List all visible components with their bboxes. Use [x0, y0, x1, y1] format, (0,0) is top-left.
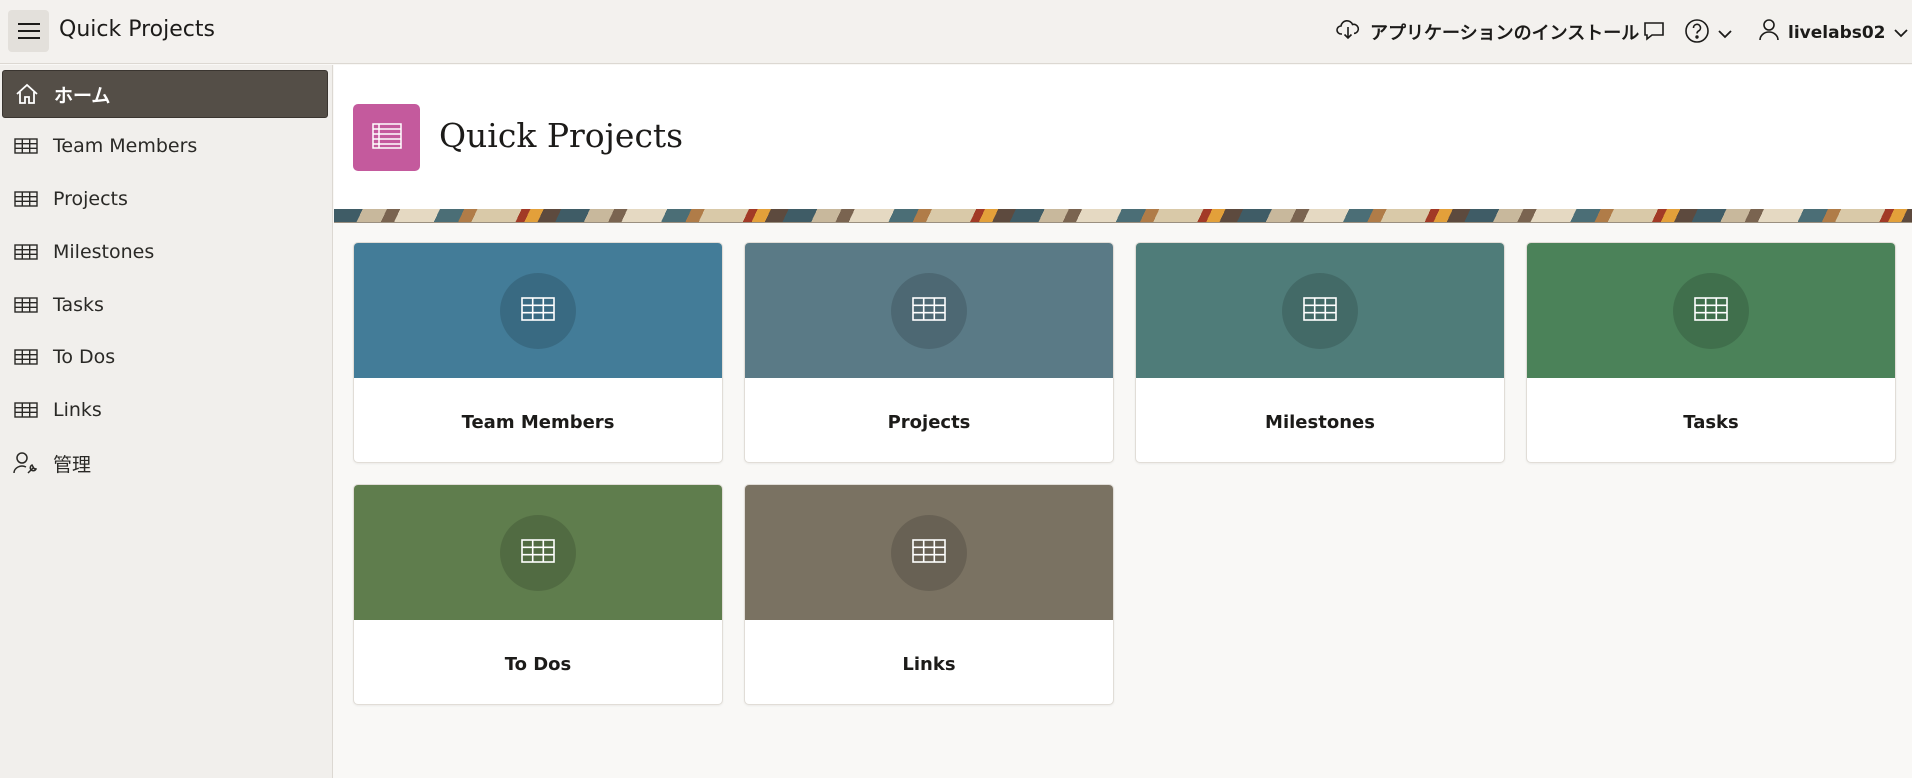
sidebar-item-projects[interactable]: Projects	[2, 175, 328, 223]
chevron-down-icon	[1718, 24, 1732, 43]
sidebar-item-label: Projects	[53, 188, 128, 210]
sidebar-item-team-members[interactable]: Team Members	[2, 122, 328, 170]
main-content: Quick Projects Team Members Projects Mil…	[334, 65, 1912, 778]
help-icon	[1684, 18, 1710, 48]
sidebar-item-label: Links	[53, 399, 102, 421]
card-label: Milestones	[1265, 412, 1375, 433]
card-header	[1527, 243, 1895, 378]
card-label: Tasks	[1683, 412, 1739, 433]
card-icon-circle	[891, 514, 967, 591]
menu-button[interactable]	[8, 10, 49, 52]
home-icon	[14, 82, 40, 106]
user-icon	[1758, 18, 1780, 47]
app-title[interactable]: Quick Projects	[59, 17, 215, 42]
card-header	[354, 485, 722, 620]
table-icon	[13, 134, 39, 158]
table-icon	[521, 296, 555, 325]
sidebar-item-label: 管理	[53, 453, 92, 476]
card-label: Links	[902, 654, 956, 675]
sidebar-item-milestones[interactable]: Milestones	[2, 228, 328, 276]
sidebar-nav: ホーム Team Members Projects Milestones Tas…	[0, 65, 333, 778]
table-icon	[13, 240, 39, 264]
sidebar-item-label: Team Members	[53, 135, 198, 157]
card-header	[745, 485, 1113, 620]
sidebar-item-label: Milestones	[53, 241, 155, 263]
card-projects[interactable]: Projects	[744, 242, 1114, 463]
page-title: Quick Projects	[439, 116, 684, 155]
card-label: Team Members	[461, 412, 615, 433]
install-app-label: アプリケーションのインストール	[1370, 22, 1640, 44]
card-header	[354, 243, 722, 378]
table-icon	[13, 187, 39, 211]
chat-icon[interactable]	[1642, 20, 1666, 46]
menu-icon	[17, 23, 40, 39]
sidebar-item-label: ホーム	[54, 84, 111, 107]
sidebar-item-home[interactable]: ホーム	[2, 70, 328, 118]
table-icon	[521, 538, 555, 567]
decorative-banner	[334, 209, 1912, 223]
card-icon-circle	[1673, 272, 1749, 349]
card-icon-circle	[500, 514, 576, 591]
card-label: Projects	[887, 412, 971, 433]
user-wrench-icon	[13, 451, 39, 475]
sidebar-item-to-dos[interactable]: To Dos	[2, 333, 328, 381]
page-header: Quick Projects	[334, 65, 1912, 209]
sidebar-item-admin[interactable]: 管理	[2, 439, 328, 487]
table-icon	[1694, 296, 1728, 325]
page-icon	[353, 104, 420, 171]
table-icon	[13, 345, 39, 369]
sidebar-item-links[interactable]: Links	[2, 386, 328, 434]
table-icon	[912, 296, 946, 325]
sidebar-item-tasks[interactable]: Tasks	[2, 281, 328, 329]
table-icon	[912, 538, 946, 567]
card-header	[1136, 243, 1504, 378]
table-icon	[13, 398, 39, 422]
user-menu-button[interactable]: livelabs02	[1758, 18, 1908, 47]
card-to-dos[interactable]: To Dos	[353, 484, 723, 705]
card-tasks[interactable]: Tasks	[1526, 242, 1896, 463]
card-label: To Dos	[504, 654, 572, 675]
install-app-button[interactable]: アプリケーションのインストール	[1336, 18, 1639, 45]
help-menu-button[interactable]	[1684, 18, 1732, 48]
username: livelabs02	[1788, 22, 1886, 43]
sidebar-item-label: Tasks	[53, 294, 104, 316]
chevron-down-icon	[1893, 23, 1908, 43]
cloud-download-icon	[1336, 18, 1360, 45]
sidebar-item-label: To Dos	[53, 346, 116, 368]
card-links[interactable]: Links	[744, 484, 1114, 705]
card-icon-circle	[500, 272, 576, 349]
card-icon-circle	[891, 272, 967, 349]
card-team-members[interactable]: Team Members	[353, 242, 723, 463]
card-milestones[interactable]: Milestones	[1135, 242, 1505, 463]
top-bar: Quick Projects アプリケーションのインストール livelabs0…	[0, 0, 1912, 64]
card-icon-circle	[1282, 272, 1358, 349]
table-icon	[13, 293, 39, 317]
list-table-icon	[371, 122, 403, 154]
card-header	[745, 243, 1113, 378]
table-icon	[1303, 296, 1337, 325]
